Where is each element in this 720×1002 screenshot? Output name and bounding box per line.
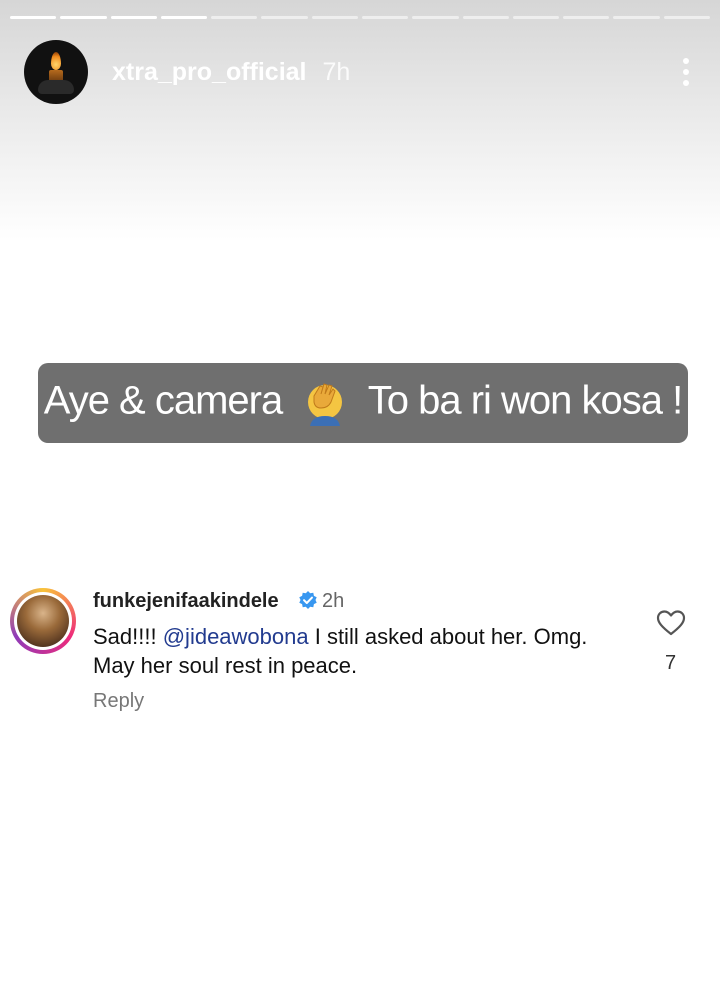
profile-avatar[interactable] — [24, 40, 88, 104]
progress-segment — [160, 16, 208, 19]
progress-segment — [311, 16, 358, 19]
progress-segment — [663, 16, 710, 19]
story-header: xtra_pro_official 7h — [24, 40, 696, 104]
progress-segment — [261, 16, 308, 19]
comment-text: Sad!!!! @jideawobona I still asked about… — [93, 622, 633, 680]
reply-button[interactable]: Reply — [93, 690, 144, 713]
progress-segment — [110, 16, 157, 19]
caption-text-start: Aye & camera — [43, 378, 283, 423]
story-username[interactable]: xtra_pro_official — [112, 58, 307, 87]
hands-icon — [38, 80, 74, 94]
progress-segment — [512, 16, 560, 19]
candle-flame-icon — [51, 52, 61, 70]
progress-segment — [613, 16, 660, 19]
comment-text-prefix: Sad!!!! — [93, 624, 163, 649]
mention-link[interactable]: @jideawobona — [163, 624, 309, 649]
like-heart-icon[interactable] — [656, 609, 686, 637]
like-count: 7 — [665, 652, 677, 674]
shared-comment[interactable]: funkejenifaakindele 2h Sad!!!! @jideawob… — [10, 582, 700, 722]
caption-text: Aye & camera To ba ri won kosa ! — [44, 378, 683, 428]
commenter-username[interactable]: funkejenifaakindele — [93, 590, 279, 613]
more-options-icon[interactable] — [676, 52, 696, 92]
progress-segment — [361, 16, 409, 19]
story-timestamp: 7h — [322, 57, 351, 86]
progress-segment — [10, 16, 57, 19]
face-palm-emoji-icon — [308, 383, 343, 426]
commenter-avatar-ring[interactable] — [10, 588, 76, 654]
progress-segment — [412, 16, 459, 19]
progress-segment — [60, 16, 107, 19]
progress-segment — [462, 16, 509, 19]
story-header-gradient — [0, 0, 720, 240]
story-progress-bar — [10, 16, 710, 20]
caption-text-end: To ba ri won kosa ! — [367, 378, 683, 423]
verified-badge-icon — [299, 591, 317, 609]
story-caption: Aye & camera To ba ri won kosa ! — [38, 363, 688, 443]
commenter-avatar — [17, 595, 69, 647]
progress-segment — [211, 16, 258, 19]
progress-segment — [563, 16, 610, 19]
comment-timestamp: 2h — [322, 590, 345, 612]
